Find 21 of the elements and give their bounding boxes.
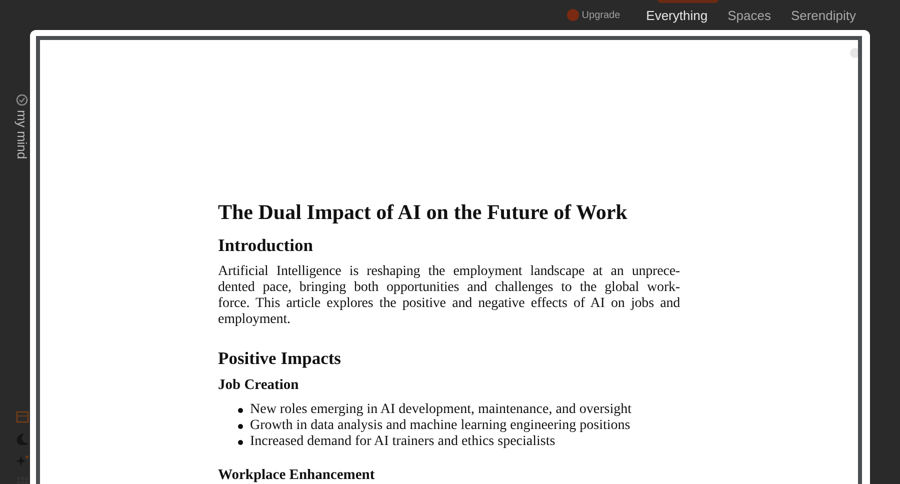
bullet-icon [238,408,243,412]
check-circle-icon[interactable] [16,94,28,106]
sidebar-label: my mind [14,110,30,160]
list-item-text: Increased demand for AI trainers and ethics specialists [250,434,556,450]
sparkle-icon[interactable] [16,455,28,467]
list-item-text: New roles emerging in AI development, maintenance, and oversight [250,402,632,418]
section-heading: Introduction [218,235,314,256]
bullet-icon [238,424,243,428]
section-heading: Positive Impacts [218,348,342,369]
subsection-heading: Workplace Enhancement [218,467,376,484]
subsection-heading: Job Creation [218,377,300,394]
list-item-text: Growth in data analysis and machine learning engineering positions [250,418,630,434]
calendar-icon[interactable] [16,410,28,423]
upgrade-button[interactable]: Upgrade [566,9,620,21]
paragraph: Artificial Intelligence is reshaping the employment landscape at an unprece- dented pace, bringing both opportunities and challenges to the global work- force. This article explores the positive and negative effects of AI on jobs and employment. [218,264,680,328]
nav-tab[interactable]: Spaces [728,8,771,22]
close-icon[interactable] [850,48,858,58]
nav-tab[interactable]: Serendipity [790,8,856,22]
bullet-icon [238,440,243,444]
nav-tab[interactable]: Everything [646,8,708,22]
document-title: The Dual Impact of AI on the Future of Work [218,200,628,225]
